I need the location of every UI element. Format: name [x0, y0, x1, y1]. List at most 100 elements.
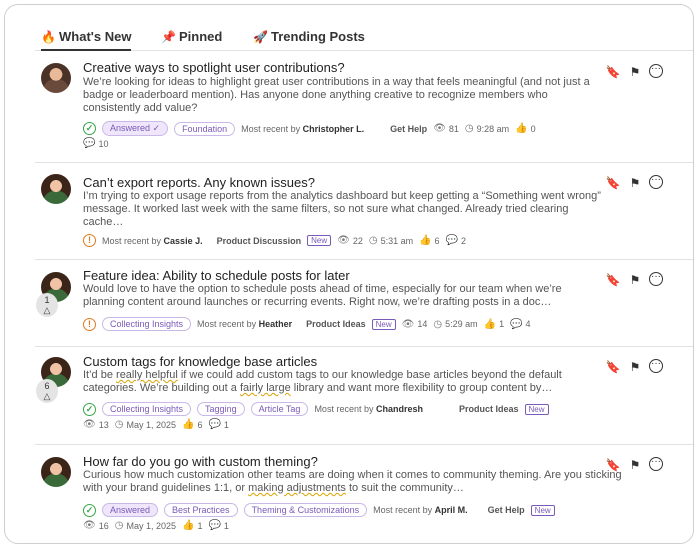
tag-pill[interactable]: Foundation [174, 121, 236, 136]
post-excerpt: We’re looking for ideas to highlight gre… [83, 76, 590, 114]
avatar[interactable] [41, 457, 71, 487]
tab-whats-new[interactable]: 🔥 What's New [41, 29, 132, 51]
time-value: May 1, 2025 [126, 419, 176, 430]
flag-icon[interactable]: ⚑ [627, 359, 643, 375]
comment-icon: 💬 [83, 138, 96, 149]
eye-icon: 👁 [83, 520, 96, 531]
post-title[interactable]: Custom tags for knowledge base articles [83, 354, 317, 369]
more-icon[interactable]: ··· [649, 175, 663, 189]
post-title[interactable]: How far do you go with custom theming? [83, 454, 318, 469]
comments-count[interactable]: 💬 10 [83, 138, 108, 149]
likes-count[interactable]: 👍 1 [484, 319, 504, 330]
bookmark-icon[interactable]: 🔖 [605, 457, 621, 473]
tag-pill[interactable]: Answered [102, 503, 159, 517]
comments-count[interactable]: 💬 1 [208, 520, 228, 531]
post-meta-row-2: 👁 16 ◷ May 1, 2025 👍 1 💬 1 [83, 520, 229, 531]
likes-count[interactable]: 👍 6 [419, 235, 439, 246]
post-excerpt: Curious how much customization other tea… [83, 469, 623, 495]
post-item[interactable]: Creative ways to spotlight user contribu… [35, 52, 693, 163]
views-count: 👁 13 [83, 419, 109, 430]
flag-icon[interactable]: ⚑ [627, 175, 643, 191]
vote-counter[interactable]: 6 △ [36, 379, 58, 403]
post-category[interactable]: Get Help [390, 124, 427, 134]
comments-count[interactable]: 💬 1 [208, 419, 228, 430]
likes-count[interactable]: 👍 0 [515, 123, 535, 134]
recent-user[interactable]: Christopher L. [303, 124, 365, 134]
new-badge: New [307, 235, 332, 246]
post-category[interactable]: Product Ideas [459, 404, 519, 414]
more-icon[interactable]: ··· [649, 457, 663, 471]
post-meta: ✓ Answered Best Practices Theming & Cust… [83, 503, 561, 517]
tag-pill[interactable]: Answered ✓ [102, 121, 169, 136]
tab-trending-posts[interactable]: 🚀 Trending Posts [253, 29, 365, 51]
likes-count[interactable]: 👍 1 [182, 520, 202, 531]
post-item[interactable]: How far do you go with custom theming? C… [35, 445, 693, 543]
tag-pill[interactable]: Article Tag [250, 402, 309, 416]
time-value: 9:28 am [476, 123, 510, 134]
clock-icon: ◷ [114, 520, 124, 531]
post-title[interactable]: Creative ways to spotlight user contribu… [83, 60, 345, 75]
recent-activity: Most recent by Heather [197, 319, 292, 329]
upvote-icon[interactable]: △ [44, 305, 51, 315]
post-title[interactable]: Can’t export reports. Any known issues? [83, 175, 315, 190]
views-value: 16 [98, 520, 109, 531]
comments-value: 1 [223, 419, 229, 430]
avatar[interactable] [41, 63, 71, 93]
excerpt-text: to suit the community… [345, 482, 464, 494]
bookmark-icon[interactable]: 🔖 [605, 272, 621, 288]
views-count: 👁 81 [433, 123, 459, 134]
recent-prefix: Most recent by [241, 123, 301, 134]
excerpt-highlight: fairly large [239, 382, 291, 394]
new-badge: New [524, 403, 549, 415]
bookmark-icon[interactable]: 🔖 [605, 175, 621, 191]
post-item[interactable]: 1 △ Feature idea: Ability to schedule pos… [35, 260, 693, 347]
avatar[interactable] [41, 174, 71, 204]
post-item[interactable]: 6 △ Custom tags for knowledge base articl… [35, 347, 693, 445]
vote-counter[interactable]: 1 △ [36, 293, 58, 317]
post-item[interactable]: Can’t export reports. Any known issues? … [35, 163, 693, 260]
excerpt-highlight: really helpful [116, 369, 178, 381]
new-badge: New [530, 504, 555, 516]
more-icon[interactable]: ··· [649, 359, 663, 373]
post-time: ◷ 9:28 am [465, 123, 509, 134]
post-time: ◷ May 1, 2025 [115, 520, 176, 531]
more-icon[interactable]: ··· [649, 64, 663, 78]
post-title[interactable]: Feature idea: Ability to schedule posts … [83, 268, 350, 283]
comments-value: 10 [98, 138, 109, 149]
time-value: 5:31 am [380, 235, 414, 246]
bookmark-icon[interactable]: 🔖 [605, 64, 621, 80]
tag-pill[interactable]: Tagging [197, 402, 245, 416]
more-icon[interactable]: ··· [649, 272, 663, 286]
flag-icon[interactable]: ⚑ [627, 64, 643, 80]
comment-icon: 💬 [208, 419, 221, 430]
flag-icon[interactable]: ⚑ [627, 457, 643, 473]
recent-user[interactable]: April M. [435, 505, 468, 515]
likes-count[interactable]: 👍 6 [182, 419, 202, 430]
views-value: 81 [448, 123, 459, 134]
recent-activity: Most recent by Christopher L. [241, 124, 364, 134]
post-category[interactable]: Product Discussion [217, 236, 302, 246]
flag-icon[interactable]: ⚑ [627, 272, 643, 288]
tab-pinned[interactable]: 📌 Pinned [161, 29, 222, 51]
recent-activity: Most recent by Chandresh [314, 404, 423, 414]
recent-user[interactable]: Chandresh [376, 404, 423, 414]
tag-pill[interactable]: Collecting Insights [102, 402, 192, 416]
recent-user[interactable]: Heather [259, 319, 293, 329]
comments-count[interactable]: 💬 4 [510, 319, 530, 330]
comments-count[interactable]: 💬 2 [446, 235, 466, 246]
tag-pill[interactable]: Theming & Customizations [243, 503, 368, 517]
eye-icon: 👁 [433, 123, 446, 134]
tag-pill[interactable]: Best Practices [164, 503, 238, 517]
post-category[interactable]: Product Ideas [306, 319, 366, 329]
post-category[interactable]: Get Help [488, 505, 525, 515]
tag-pill[interactable]: Collecting Insights [102, 317, 192, 331]
recent-prefix: Most recent by [102, 235, 162, 246]
thumbs-up-icon: 👍 [515, 123, 528, 134]
vote-count: 6 [44, 381, 50, 391]
recent-user[interactable]: Cassie J. [164, 236, 203, 246]
thumbs-up-icon: 👍 [419, 235, 432, 246]
thumbs-up-icon: 👍 [181, 520, 195, 531]
bookmark-icon[interactable]: 🔖 [605, 359, 621, 375]
pin-icon: 📌 [161, 30, 176, 44]
upvote-icon[interactable]: △ [44, 391, 51, 401]
